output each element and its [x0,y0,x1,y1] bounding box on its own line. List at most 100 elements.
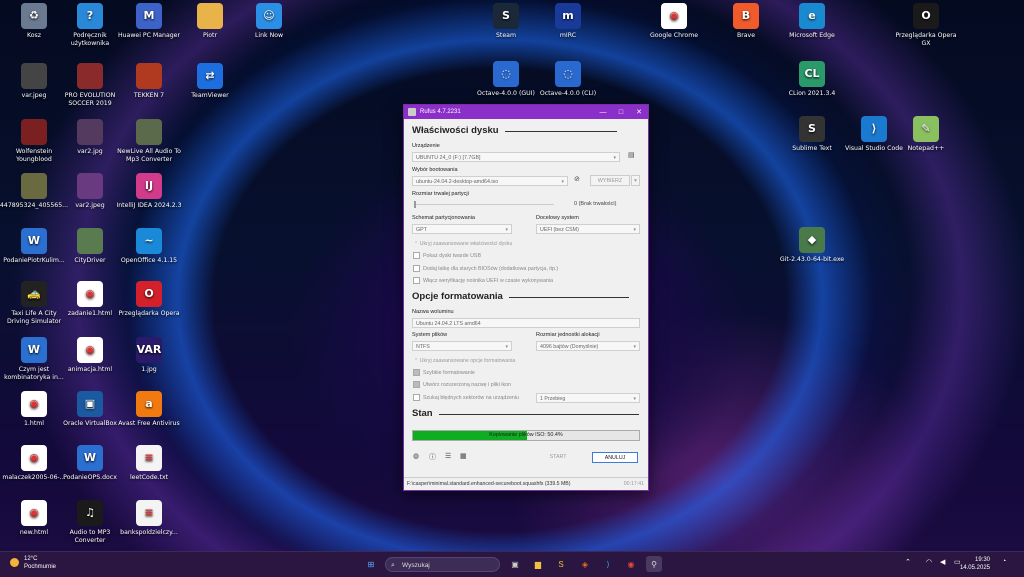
checkbox-box [413,394,420,401]
close-icon[interactable]: ✕ [630,108,648,116]
device-select[interactable]: UBUNTU 24_0 (F:) [7.7GB] ▾ [412,152,620,162]
desktop-icon-octave-cli[interactable]: ◌ Octave-4.0.0 (CLI) [534,61,602,98]
save-drive-icon[interactable]: ▤ [628,151,635,159]
checksum-icon[interactable]: ⊘ [574,175,580,183]
desktop-icon-label: Steam [496,32,516,39]
language-icon[interactable]: ◍ [413,452,419,460]
checkbox-box [413,277,420,284]
file-1jpg-icon: VAR [136,337,162,363]
volume-label-input[interactable]: Ubuntu 24.04.2 LTS amd64 [412,318,640,328]
desktop-icon-sublime-text[interactable]: S Sublime Text [778,116,846,153]
persistent-slider-track[interactable] [414,204,554,205]
desktop-icon-clion[interactable]: CL CLion 2021.3.4 [778,61,846,98]
desktop-icon-manual[interactable]: ? Podręcznik użytkownika [56,3,124,47]
clion-icon: CL [799,61,825,87]
desktop-icon-newlive-converter[interactable]: NewLive All Audio To Mp3 Converter [115,119,183,163]
file-explorer-icon[interactable]: ▆ [530,556,546,572]
chevron-up-icon[interactable]: ⌃ [905,558,911,566]
desktop-icon-virtualbox[interactable]: ▣ Oracle VirtualBox [56,391,124,428]
minimize-icon[interactable]: — [594,109,612,116]
desktop-icon-intellij-idea[interactable]: IJ IntelliJ IDEA 2024.2.3 [115,173,183,210]
task-view-icon[interactable]: ▣ [507,556,523,572]
desktop-icon-leetcode-txt[interactable]: ≡ leetCode.txt [115,445,183,482]
vscode-taskbar-icon[interactable]: ⟩ [600,556,616,572]
desktop-icon-brave[interactable]: B Brave [712,3,780,40]
bios-fixes-checkbox[interactable]: Dodaj łatkę dla starych BIOSów (dodatkow… [413,265,558,272]
cluster-size-label: Rozmiar jednostki alokacji [536,332,600,338]
about-icon[interactable]: ⓘ [429,452,436,462]
desktop-icon-steam[interactable]: S Steam [472,3,540,40]
cancel-button[interactable]: ANULUJ [592,452,638,463]
desktop-icon-notepad-plus-plus[interactable]: ✎ Notepad++ [892,116,960,153]
chrome-taskbar-icon[interactable]: ◉ [623,556,639,572]
volume-icon[interactable]: ◀ [940,558,945,566]
desktop-icon-huawei-pc-manager[interactable]: M Huawei PC Manager [115,3,183,40]
device-label: Urządzenie [412,143,440,149]
sublime-taskbar-icon[interactable]: S [553,556,569,572]
select-button[interactable]: WYBIERZ [590,175,630,186]
desktop-icon-zadanie1-html[interactable]: ◉ zadanie1.html [56,281,124,318]
desktop-icon-mirc[interactable]: m mIRC [534,3,602,40]
animacja-html-icon: ◉ [77,337,103,363]
desktop-icon-file-1jpg[interactable]: VAR 1.jpg [115,337,183,374]
maximize-icon[interactable]: □ [612,109,630,116]
wifi-icon[interactable]: ◠ [926,558,932,566]
desktop-icon-opera-gx[interactable]: O Przeglądarka Opera GX [892,3,960,47]
desktop-icon-teamviewer[interactable]: ⇄ TeamViewer [176,63,244,100]
notifications-icon[interactable]: ◔ [1002,558,1006,565]
rufus-titlebar[interactable]: Rufus 4.7.2231 — □ ✕ [404,105,648,119]
rufus-taskbar-icon[interactable]: ⚲ [646,556,662,572]
hide-advanced-format-toggle[interactable]: ⌃ Ukryj zaawansowane opcje formatowania [414,358,515,364]
var2-jpg-icon [77,119,103,145]
app-taskbar-icon[interactable]: ◈ [577,556,593,572]
start-button[interactable]: START [538,452,578,463]
desktop-icon-opera-browser[interactable]: O Przeglądarka Opera [115,281,183,318]
boot-selection-select[interactable]: ubuntu-24.04.2-desktop-amd64.iso ▾ [412,176,568,186]
desktop-icon-microsoft-edge[interactable]: e Microsoft Edge [778,3,846,40]
select-dropdown-button[interactable]: ▾ [631,175,640,186]
desktop-icon-octave-gui[interactable]: ◌ Octave-4.0.0 (GUI) [472,61,540,98]
desktop-icon-openoffice[interactable]: ~ OpenOffice 4.1.15 [115,228,183,265]
partition-scheme-select[interactable]: GPT ▾ [412,224,512,234]
uefi-verify-checkbox[interactable]: Włącz weryfikację nośnika UEFI w czasie … [413,277,553,284]
desktop-icon-city-driver[interactable]: CityDriver [56,228,124,265]
hide-advanced-drive-toggle[interactable]: ⌃ Ukryj zaawansowane właściwości dysku [414,241,512,247]
desktop-icon-animacja-html[interactable]: ◉ animacja.html [56,337,124,374]
desktop-icon-pes-2019[interactable]: PRO EVOLUTION SOCCER 2019 [56,63,124,107]
desktop-icon-git-installer[interactable]: ◆ Git-2.43.0-64-bit.exe [778,227,846,264]
desktop-icon-label: Przeglądarka Opera GX [895,32,957,47]
desktop-icon-word-doc-3[interactable]: W PodanieOPS.docx [56,445,124,482]
partition-scheme-label: Schemat partycjonowania [412,215,475,221]
quick-format-checkbox[interactable]: Szybkie formatowanie [413,369,475,376]
desktop-icon-label: animacja.html [67,366,113,373]
link-now-icon: ☺ [256,3,282,29]
weather-widget[interactable]: 12°C Pochmurnie [10,555,56,571]
bad-blocks-checkbox[interactable]: Szukaj błędnych sektorów na urządzeniu [413,394,519,401]
desktop-icon-var2-jpg[interactable]: var2.jpg [56,119,124,156]
target-system-select[interactable]: UEFI (bez CSM) ▾ [536,224,640,234]
desktop-icon-label: PRO EVOLUTION SOCCER 2019 [64,92,116,107]
file-system-select[interactable]: NTFS ▾ [412,341,512,351]
desktop-icon-link-now[interactable]: ☺ Link Now [235,3,303,40]
extended-label-checkbox[interactable]: Utwórz rozszerzoną nazwę i pliki ikon [413,381,511,388]
passes-select[interactable]: 1 Przebieg ▾ [536,393,640,403]
virtualbox-icon: ▣ [77,391,103,417]
desktop-icon-folder-piotr[interactable]: Piotr [176,3,244,40]
desktop-icon-google-chrome[interactable]: ◉ Google Chrome [640,3,708,40]
boot-selection-label: Wybór bootowania [412,167,458,173]
persistent-partition-label: Rozmiar trwałej partycji [412,191,469,197]
show-usb-checkbox[interactable]: Pokaż dyski twarde USB [413,252,481,259]
log-icon[interactable]: ▦ [460,452,467,460]
desktop-icon-var2-jpeg[interactable]: var2.jpeg [56,173,124,210]
clock[interactable]: 19:30 14.05.2025 [960,556,990,572]
persistent-slider-handle[interactable] [414,201,416,208]
desktop-icon-audio-to-mp3[interactable]: ♫ Audio to MP3 Converter [56,500,124,544]
settings-icon[interactable]: ☰ [445,452,451,460]
desktop-icon-bankspoldzielczy-txt[interactable]: ≡ bankspoldzielczy... [115,500,183,537]
desktop-icon-avast[interactable]: a Avast Free Antivirus [115,391,183,428]
cluster-size-select[interactable]: 4096 bajtów (Domyślnie) ▾ [536,341,640,351]
rufus-title: Rufus 4.7.2231 [420,109,461,115]
start-icon[interactable]: ⊞ [363,556,379,572]
desktop-icon-tekken-7[interactable]: TEKKEN 7 [115,63,183,100]
search-box[interactable]: ⌕ Wyszukaj [385,557,500,572]
